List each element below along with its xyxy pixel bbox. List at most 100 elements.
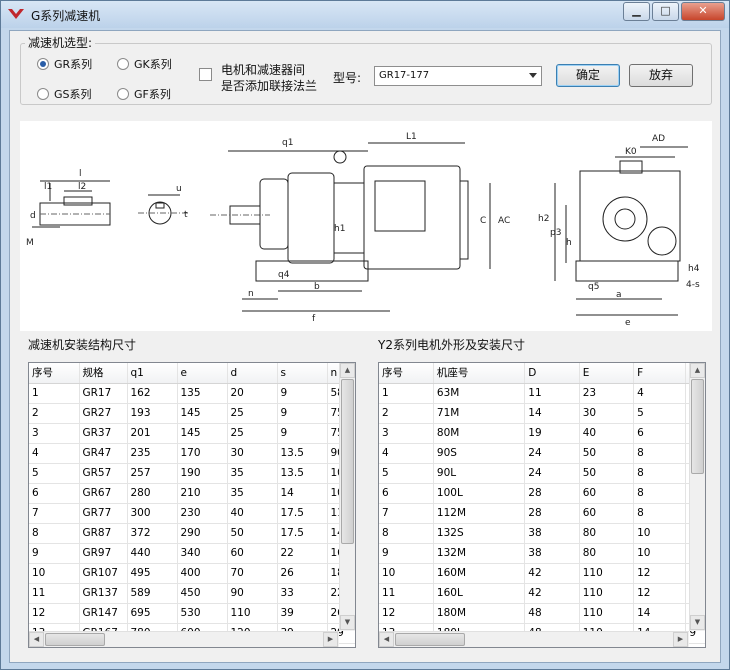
table-row[interactable]: 6100L286087 (379, 483, 705, 504)
table-row[interactable]: 10160M42110128 (379, 563, 705, 584)
table-cell: 60 (227, 543, 278, 564)
column-header[interactable]: 规格 (79, 363, 128, 384)
table-cell: 17.5 (277, 503, 328, 524)
left-table-title: 减速机安装结构尺寸 (28, 338, 137, 352)
table-row[interactable]: 9 GR97 440 340 60 22 16 (29, 543, 355, 564)
table-cell: GR137 (79, 583, 128, 604)
left-table-grid: 序号 规格 q1 e d s n 1 GR17 162 135 20 9 58 2 GR27 193 145 25… (29, 363, 355, 644)
table-row[interactable]: 12180M48110149 (379, 603, 705, 624)
radio-indicator[interactable] (117, 88, 129, 100)
scroll-thumb[interactable] (45, 633, 105, 646)
table-cell: 50 (579, 463, 635, 484)
table-row[interactable]: 11 GR137 589 450 90 33 22 (29, 583, 355, 604)
table-cell: 8 (29, 523, 80, 544)
column-header[interactable]: D (524, 363, 580, 384)
table-row[interactable]: 7 GR77 300 230 40 17.5 11 (29, 503, 355, 524)
table-cell: 6 (29, 483, 80, 504)
confirm-button[interactable]: 确定 (556, 64, 620, 87)
column-header[interactable]: 序号 (29, 363, 80, 384)
table-cell: 63M (433, 383, 526, 404)
flange-checkbox[interactable] (199, 68, 212, 81)
table-cell: 13.5 (277, 443, 328, 464)
svg-text:h1: h1 (334, 224, 345, 234)
table-cell: 230 (177, 503, 228, 524)
model-select[interactable]: GR17-177 (374, 66, 542, 86)
table-cell: 495 (127, 563, 178, 584)
table-row[interactable]: 380M194066 (379, 423, 705, 444)
table-cell: 24 (524, 443, 580, 464)
table-cell: 39 (277, 603, 328, 624)
column-header[interactable]: s (277, 363, 328, 384)
table-cell: 450 (177, 583, 228, 604)
column-header[interactable]: 序号 (379, 363, 434, 384)
scroll-left-icon[interactable]: ◀ (29, 632, 44, 647)
table-row[interactable]: 2 GR27 193 145 25 9 75 (29, 403, 355, 424)
table-row[interactable]: 4 GR47 235 170 30 13.5 90 (29, 443, 355, 464)
client-area: 减速机选型: GR系列 GK系列 GS系列 GF系列 电机和减速器间 是否添加联… (9, 30, 721, 663)
table-cell: GR17 (79, 383, 128, 404)
radio-gk-series[interactable]: GK系列 (117, 56, 172, 72)
left-table-hscroll[interactable]: ◀ ▶ (29, 631, 339, 647)
scroll-thumb[interactable] (341, 379, 354, 544)
right-table-vscroll[interactable]: ▲ ▼ (689, 363, 705, 631)
scroll-down-icon[interactable]: ▼ (340, 615, 355, 630)
table-row[interactable]: 9132M3880108 (379, 543, 705, 564)
radio-gr-series[interactable]: GR系列 (37, 56, 92, 72)
scroll-thumb[interactable] (691, 379, 704, 474)
motor-size-table[interactable]: 序号机座号DEFGD 163M112344271M143055380M19406… (378, 362, 706, 648)
minimize-button[interactable]: ▁ (623, 2, 650, 21)
table-cell: 5 (633, 403, 687, 424)
maximize-button[interactable]: □ (652, 2, 679, 21)
table-cell: 170 (177, 443, 228, 464)
scroll-thumb[interactable] (395, 633, 465, 646)
table-row[interactable]: 7112M286087 (379, 503, 705, 524)
table-cell: 11 (379, 583, 434, 604)
table-row[interactable]: 3 GR37 201 145 25 9 75 (29, 423, 355, 444)
radio-indicator[interactable] (37, 58, 49, 70)
scroll-up-icon[interactable]: ▲ (340, 363, 355, 378)
column-header[interactable]: 机座号 (433, 363, 526, 384)
radio-indicator[interactable] (37, 88, 49, 100)
column-header[interactable]: e (177, 363, 228, 384)
structure-size-table[interactable]: 序号 规格 q1 e d s n 1 GR17 162 135 20 9 58 2 GR27 193 145 25… (28, 362, 356, 648)
svg-text:AC: AC (498, 216, 510, 226)
table-row[interactable]: 6 GR67 280 210 35 14 10 (29, 483, 355, 504)
radio-gf-series[interactable]: GF系列 (117, 86, 171, 102)
right-table-hscroll[interactable]: ◀ ▶ (379, 631, 689, 647)
column-header[interactable]: F (633, 363, 687, 384)
table-row[interactable]: 5 GR57 257 190 35 13.5 10 (29, 463, 355, 484)
table-cell: 42 (524, 563, 580, 584)
scroll-down-icon[interactable]: ▼ (690, 615, 705, 630)
cancel-button[interactable]: 放弃 (629, 64, 693, 87)
table-row[interactable]: 12 GR147 695 530 110 39 26 (29, 603, 355, 624)
table-row[interactable]: 11160L42110128 (379, 583, 705, 604)
table-row[interactable]: 163M112344 (379, 383, 705, 404)
scroll-right-icon[interactable]: ▶ (323, 632, 338, 647)
scroll-up-icon[interactable]: ▲ (690, 363, 705, 378)
table-cell: 38 (524, 523, 580, 544)
table-cell: 5 (29, 463, 80, 484)
table-cell: 11 (524, 383, 580, 404)
title-bar[interactable]: G系列减速机 ▁ □ ✕ (1, 1, 729, 28)
table-row[interactable]: 8132S3880108 (379, 523, 705, 544)
table-row[interactable]: 1 GR17 162 135 20 9 58 (29, 383, 355, 404)
svg-text:K0: K0 (625, 147, 637, 157)
column-header[interactable]: d (227, 363, 278, 384)
radio-gs-series[interactable]: GS系列 (37, 86, 92, 102)
table-row[interactable]: 590L245087 (379, 463, 705, 484)
scroll-left-icon[interactable]: ◀ (379, 632, 394, 647)
column-header[interactable]: q1 (127, 363, 178, 384)
close-button[interactable]: ✕ (681, 2, 725, 21)
scroll-right-icon[interactable]: ▶ (673, 632, 688, 647)
table-row[interactable]: 271M143055 (379, 403, 705, 424)
table-cell: 12 (29, 603, 80, 624)
table-cell: 10 (379, 563, 434, 584)
svg-text:e: e (625, 318, 631, 328)
table-row[interactable]: 10 GR107 495 400 70 26 18 (29, 563, 355, 584)
table-row[interactable]: 490S245087 (379, 443, 705, 464)
table-cell: GR47 (79, 443, 128, 464)
left-table-vscroll[interactable]: ▲ ▼ (339, 363, 355, 631)
radio-indicator[interactable] (117, 58, 129, 70)
table-row[interactable]: 8 GR87 372 290 50 17.5 14 (29, 523, 355, 544)
column-header[interactable]: E (579, 363, 635, 384)
